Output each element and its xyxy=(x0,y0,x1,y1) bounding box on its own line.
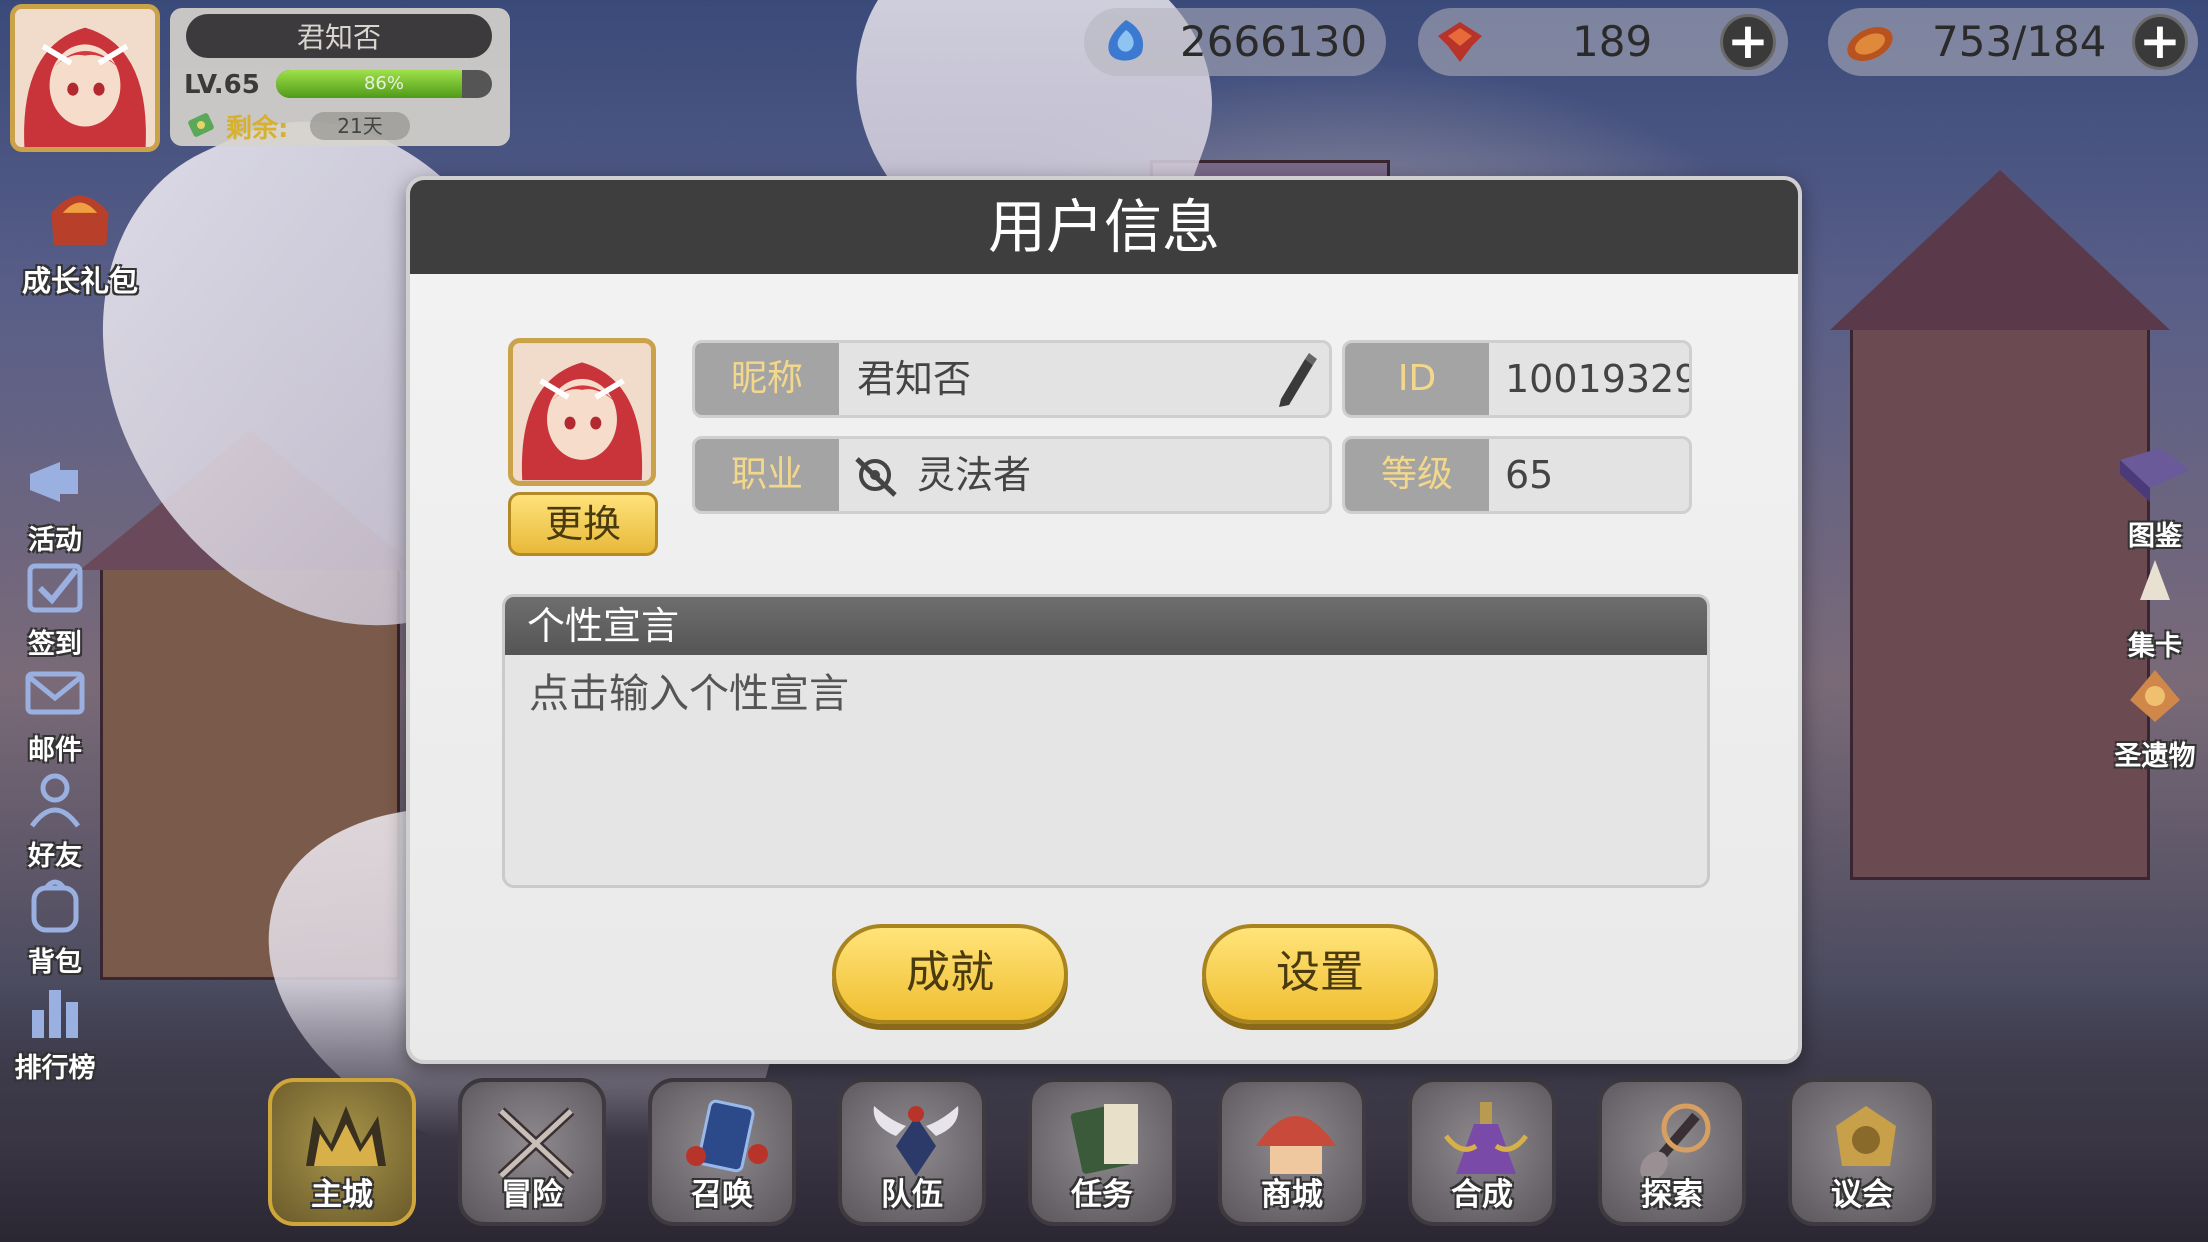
red-gem-icon xyxy=(1438,22,1482,62)
xp-bar: 86% xyxy=(276,70,492,98)
crystal-resource: 2666130 xyxy=(1084,8,1386,76)
settings-button[interactable]: 设置 xyxy=(1202,924,1438,1024)
level-value: 65 xyxy=(1505,453,1554,497)
stamina-count: 753/184 xyxy=(1932,17,2107,66)
nav-adventure[interactable]: 冒险 xyxy=(458,1078,606,1226)
nav-craft[interactable]: 合成 xyxy=(1408,1078,1556,1226)
stamina-resource: 753/184 + xyxy=(1828,8,2198,76)
bar-chart-icon xyxy=(32,990,78,1038)
blue-crystal-icon xyxy=(1108,20,1144,61)
nav-label: 探索 xyxy=(1641,1177,1703,1213)
sidebar-label-mail: 邮件 xyxy=(28,735,82,766)
card-collection-icon xyxy=(2140,560,2170,600)
edit-pencil-icon[interactable] xyxy=(1267,349,1319,411)
sidebar-item-bag[interactable]: 背包 xyxy=(0,874,110,979)
sidebar-label-checkin: 签到 xyxy=(28,629,82,660)
gift-chest-icon xyxy=(51,195,109,245)
ticket-icon xyxy=(188,113,214,137)
add-stamina-button[interactable]: + xyxy=(2132,14,2188,70)
sidebar-item-checkin[interactable]: 签到 xyxy=(0,556,110,661)
xp-percent: 86% xyxy=(363,73,404,94)
change-avatar-button[interactable]: 更换 xyxy=(508,492,658,556)
calendar-check-icon xyxy=(27,563,83,613)
nav-label: 合成 xyxy=(1451,1177,1513,1213)
mail-icon xyxy=(25,671,85,715)
sidebar-item-cards[interactable]: 集卡 xyxy=(2090,550,2208,663)
motto-placeholder[interactable]: 点击输入个性宣言 xyxy=(529,661,849,719)
sidebar-label-cards: 集卡 xyxy=(2128,631,2182,662)
motto-textbox[interactable]: 个性宣言 点击输入个性宣言 xyxy=(502,594,1710,888)
nav-council[interactable]: 议会 xyxy=(1788,1078,1936,1226)
nav-label: 商城 xyxy=(1261,1177,1323,1213)
player-info-panel: 君知否 LV.65 86% 剩余: 21天 xyxy=(170,8,510,146)
nav-label: 主城 xyxy=(311,1177,373,1213)
nav-label: 任务 xyxy=(1071,1177,1133,1213)
sidebar-label-events: 活动 xyxy=(28,525,82,556)
sidebar-item-friends[interactable]: 好友 xyxy=(0,768,110,873)
achievements-button[interactable]: 成就 xyxy=(832,924,1068,1024)
nav-explore[interactable]: 探索 xyxy=(1598,1078,1746,1226)
gem-resource: 189 + xyxy=(1418,8,1788,76)
growth-gift-button[interactable]: 成长礼包 xyxy=(18,174,142,300)
sidebar-label-bag: 背包 xyxy=(28,947,82,978)
player-avatar[interactable] xyxy=(10,4,160,152)
id-value: 100193292 xyxy=(1505,357,1689,401)
sidebar-item-mail[interactable]: 邮件 xyxy=(0,662,110,767)
growth-gift-label: 成长礼包 xyxy=(21,264,138,298)
nav-label: 队伍 xyxy=(881,1177,943,1213)
add-gems-button[interactable]: + xyxy=(1720,14,1776,70)
motto-header: 个性宣言 xyxy=(505,597,1707,655)
nickname-label: 昵称 xyxy=(695,343,839,415)
friends-icon xyxy=(29,773,81,828)
sidebar-item-events[interactable]: 活动 xyxy=(0,452,110,557)
nav-shop[interactable]: 商城 xyxy=(1218,1078,1366,1226)
sidebar-label-leaderboard: 排行榜 xyxy=(14,1053,96,1084)
class-value: 灵法者 xyxy=(917,453,1032,497)
sidebar-item-codex[interactable]: 图鉴 xyxy=(2090,440,2208,553)
sidebar-item-leaderboard[interactable]: 排行榜 xyxy=(0,980,110,1085)
remaining-label: 剩余: xyxy=(226,114,289,144)
class-field: 职业 灵法者 xyxy=(692,436,1332,514)
player-name: 君知否 xyxy=(186,14,492,58)
nav-team[interactable]: 队伍 xyxy=(838,1078,986,1226)
id-label: ID xyxy=(1345,343,1489,415)
dialog-title: 用户信息 xyxy=(410,180,1798,274)
sidebar-item-relics[interactable]: 圣遗物 xyxy=(2090,660,2208,773)
gem-count: 189 xyxy=(1572,17,1653,66)
nav-quests[interactable]: 任务 xyxy=(1028,1078,1176,1226)
sidebar-label-codex: 图鉴 xyxy=(2128,521,2182,552)
nickname-value: 君知否 xyxy=(857,357,972,401)
remaining-value: 21天 xyxy=(310,112,410,140)
user-info-dialog: 用户信息 更换 昵称 君知否 ID 100193292 职业 xyxy=(406,176,1802,1064)
level-field: 等级 65 xyxy=(1342,436,1692,514)
nav-label: 召唤 xyxy=(691,1177,753,1213)
profile-avatar[interactable] xyxy=(508,338,656,486)
crystal-count: 2666130 xyxy=(1180,17,1368,66)
level-label: 等级 xyxy=(1345,439,1489,511)
nav-main-city[interactable]: 主城 xyxy=(268,1078,416,1226)
nav-summon[interactable]: 召唤 xyxy=(648,1078,796,1226)
nav-label: 议会 xyxy=(1831,1177,1893,1213)
backpack-icon xyxy=(31,879,79,933)
meat-stamina-icon xyxy=(1847,27,1893,61)
player-level: LV.65 xyxy=(184,70,260,100)
avatar-portrait-icon xyxy=(513,343,651,481)
book-icon xyxy=(2120,448,2190,502)
avatar-portrait-icon xyxy=(15,9,155,147)
nickname-field[interactable]: 昵称 君知否 xyxy=(692,340,1332,418)
relic-icon xyxy=(2130,670,2180,722)
megaphone-icon xyxy=(30,462,78,502)
background-roof xyxy=(1830,170,2170,330)
id-field: ID 100193292 xyxy=(1342,340,1692,418)
nav-label: 冒险 xyxy=(501,1177,563,1213)
sidebar-label-relics: 圣遗物 xyxy=(2114,741,2196,772)
sidebar-label-friends: 好友 xyxy=(28,841,82,872)
class-label: 职业 xyxy=(695,439,839,511)
mage-class-icon xyxy=(855,457,897,497)
